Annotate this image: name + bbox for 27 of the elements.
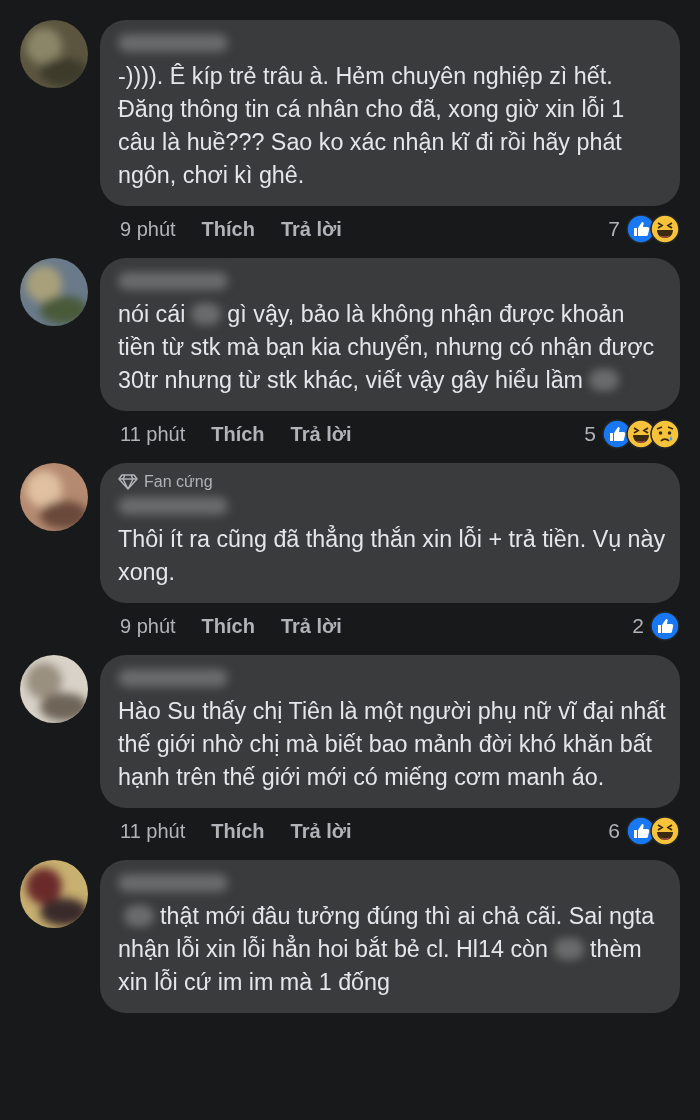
- reaction-count: 2: [632, 614, 644, 638]
- reply-link[interactable]: Trả lời: [290, 422, 352, 446]
- comment-text: -)))). Ê kíp trẻ trâu à. Hẻm chuyên nghiệp zì hết. Đăng thông tin cá nhân cho đã, xong giờ xin lỗi 1 câu là huề??? Sao ko xác nhận kĩ đi rồi hãy phát ngôn, chơi kì ghê.: [118, 62, 626, 190]
- like-link[interactable]: Thích: [201, 217, 255, 241]
- laughing-reaction-icon: [650, 816, 680, 846]
- reaction-count: 5: [584, 422, 596, 446]
- comment-text: Hào Su thấy chị Tiên là một người phụ nữ vĩ đại nhất thế giới nhờ chị mà biết bao mảnh đời khó khăn bất hạnh trên thế giới mới có miếng cơm manh áo.: [118, 697, 667, 792]
- diamond-icon: [118, 474, 138, 490]
- sad-reaction-icon: [650, 419, 680, 449]
- reaction-count: 7: [608, 217, 620, 241]
- like-link[interactable]: Thích: [211, 819, 265, 843]
- like-link[interactable]: Thích: [201, 614, 255, 638]
- reply-link[interactable]: Trả lời: [280, 614, 342, 638]
- comment-text: nói cái gì vậy, bảo là không nhận được khoản tiền từ stk mà bạn kia chuyển, nhưng có nhận được 30tr nhưng từ stk khác, viết vậy gây hiểu lầm: [118, 300, 656, 395]
- comment-time: 9 phút: [120, 614, 176, 638]
- comment-text: thật mới đâu tưởng đúng thì ai chả cãi. Sai ngta nhận lỗi xin lỗi hẳn hoi bắt bẻ cl. Hl14 còn thèm xin lỗi cứ im im mà 1 đống: [118, 902, 656, 997]
- like-reaction-icon: [650, 611, 680, 641]
- comment-time: 9 phút: [120, 217, 176, 241]
- reaction-count: 6: [608, 819, 620, 843]
- laughing-reaction-icon: [650, 214, 680, 244]
- comment-time: 11 phút: [120, 819, 186, 843]
- comment-time: 11 phút: [120, 422, 186, 446]
- badge-label: Fan cứng: [144, 473, 213, 491]
- reply-link[interactable]: Trả lời: [280, 217, 342, 241]
- reply-link[interactable]: Trả lời: [290, 819, 352, 843]
- comment-text: Thôi ít ra cũng đã thẳng thắn xin lỗi + trả tiền. Vụ này xong.: [118, 524, 667, 587]
- like-link[interactable]: Thích: [211, 422, 265, 446]
